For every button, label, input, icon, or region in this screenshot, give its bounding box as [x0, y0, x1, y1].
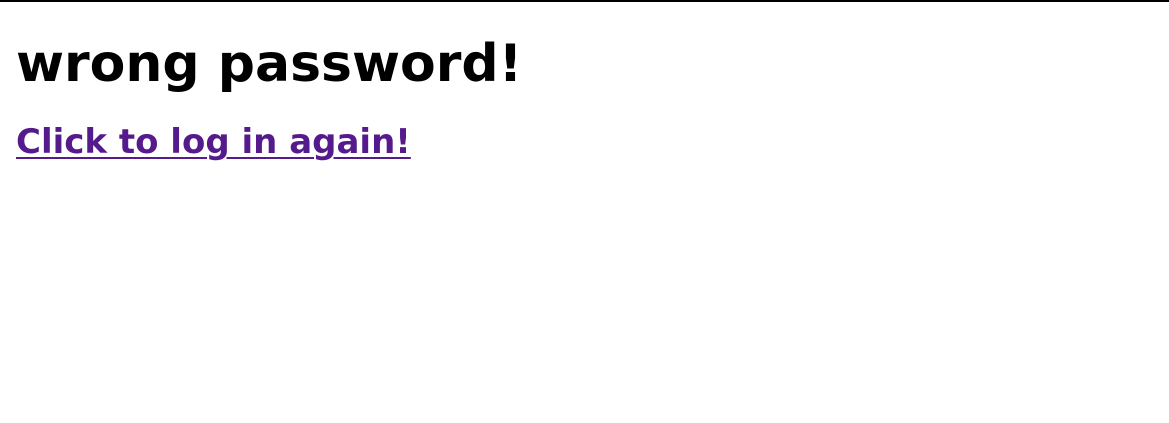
log-in-again-link[interactable]: Click to log in again! — [16, 118, 411, 166]
page-content: wrong password! Click to log in again! — [0, 28, 1169, 166]
page-title: wrong password! — [16, 34, 523, 94]
